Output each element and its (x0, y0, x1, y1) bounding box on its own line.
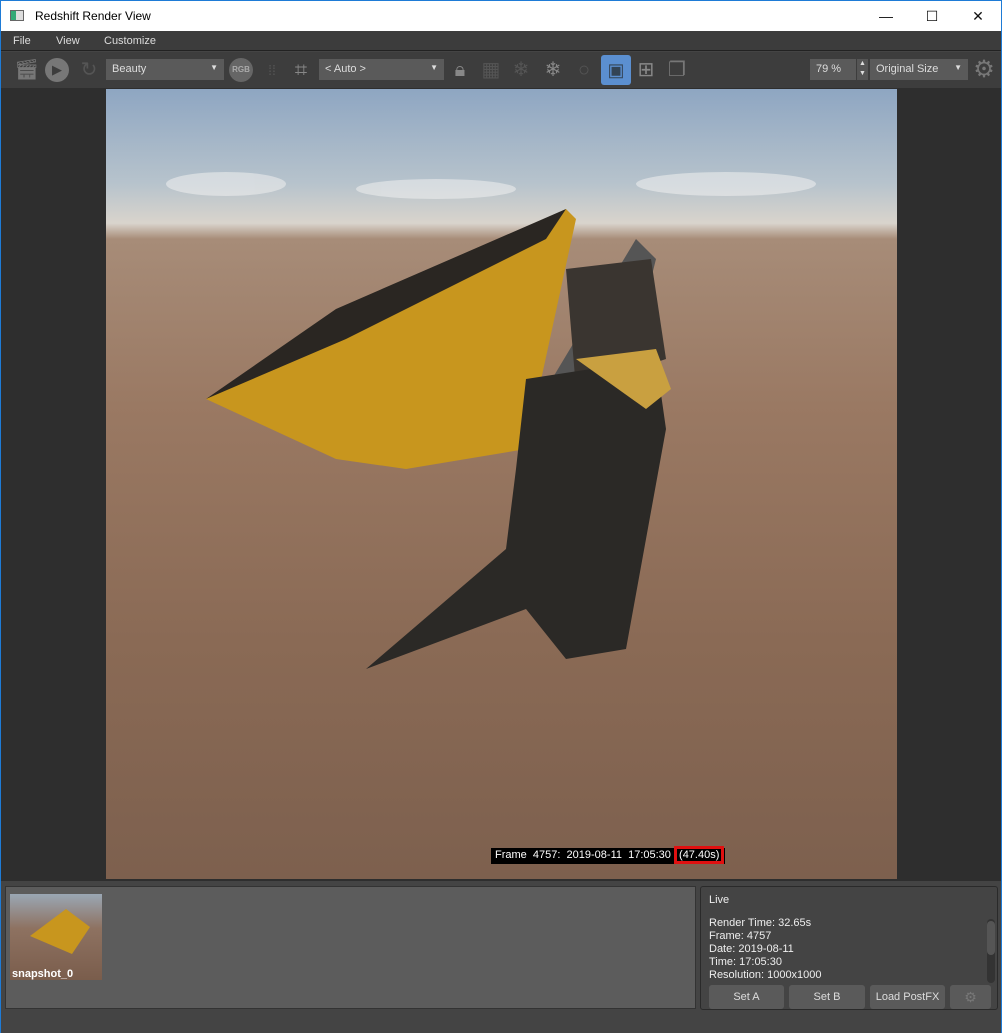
info-resolution: Resolution: 1000x1000 (709, 969, 822, 979)
render-viewport[interactable]: Frame 4757: 2019-08-11 17:05:30 (47.40s) (1, 88, 1001, 881)
minimize-button[interactable]: — (863, 1, 909, 31)
lock-icon[interactable]: 🔒︎ (448, 58, 472, 82)
menu-bar: File View Customize (1, 31, 1001, 51)
play-icon[interactable]: ▶ (45, 58, 69, 82)
aov-value: Beauty (112, 63, 147, 75)
crop-icon[interactable]: ⌗ (289, 58, 313, 82)
status-bar (1, 1011, 1001, 1033)
info-list: Render Time: 32.65s Frame: 4757 Date: 20… (701, 917, 981, 979)
menu-file[interactable]: File (13, 35, 31, 47)
info-panel: Live Render Time: 32.65s Frame: 4757 Dat… (700, 886, 998, 1010)
gear-icon: ⚙ (964, 989, 977, 1005)
info-render-time: Render Time: 32.65s (709, 917, 812, 929)
aov-dropdown[interactable]: Beauty ▼ (106, 59, 224, 80)
maximize-button[interactable]: ☐ (909, 1, 955, 31)
snowflake-icon[interactable]: ❄ (509, 58, 533, 82)
dragon-thumb (30, 909, 90, 954)
chevron-down-icon: ▼ (210, 63, 218, 72)
load-postfx-button[interactable]: Load PostFX (870, 985, 945, 1009)
zoom-field[interactable]: 79 % (810, 59, 856, 80)
copy-icon[interactable]: ❐ (665, 58, 689, 82)
rgb-button[interactable]: RGB (229, 58, 253, 82)
size-mode-dropdown[interactable]: Original Size ▼ (870, 59, 968, 80)
close-button[interactable]: ✕ (955, 1, 1001, 31)
region-value: < Auto > (325, 63, 366, 75)
set-a-button[interactable]: Set A (709, 985, 784, 1009)
info-scrollbar[interactable] (987, 919, 995, 983)
render-image: Frame 4757: 2019-08-11 17:05:30 (47.40s) (106, 89, 897, 879)
caption-frame-info: Frame 4757: 2019-08-11 17:05:30 (495, 849, 678, 861)
grid-dots-icon[interactable]: ⁞⁞ (260, 58, 284, 82)
refresh-icon[interactable]: ↻ (77, 58, 101, 82)
snapshot-strip: snapshot_0 (5, 886, 696, 1009)
info-time: Time: 17:05:30 (709, 956, 782, 968)
dragon-render (166, 172, 816, 669)
circle-icon[interactable]: ○ (572, 58, 596, 82)
zoom-stepper[interactable]: ▲ ▼ (857, 59, 868, 80)
grid-icon[interactable]: ▦ (479, 58, 503, 82)
title-bar: Redshift Render View — ☐ ✕ (1, 1, 1001, 31)
image-icon[interactable]: ▣ (601, 55, 631, 85)
postfx-settings-button[interactable]: ⚙ (950, 985, 991, 1009)
size-mode-value: Original Size (876, 63, 939, 75)
toolbar: 🎬︎ ▶ ↻ Beauty ▼ RGB ⁞⁞ ⌗ < Auto > ▼ 🔒︎ ▦ ❄… (1, 52, 1001, 88)
menu-customize[interactable]: Customize (104, 35, 156, 47)
snapshot-label: snapshot_0 (12, 968, 74, 980)
window-title: Redshift Render View (35, 9, 151, 23)
info-frame: Frame: 4757 (709, 930, 772, 942)
render-caption: Frame 4757: 2019-08-11 17:05:30 (47.40s) (491, 846, 726, 864)
clapperboard-icon[interactable]: 🎬︎ (14, 58, 39, 82)
scrollbar-thumb[interactable] (987, 921, 995, 955)
add-snapshot-icon[interactable]: ⊞ (634, 58, 658, 82)
set-b-button[interactable]: Set B (789, 985, 865, 1009)
caption-render-time: (47.40s) (674, 846, 725, 864)
gear-icon[interactable]: ⚙ (972, 58, 996, 82)
menu-view[interactable]: View (56, 35, 80, 47)
snowflake-a-icon[interactable]: ❄ (541, 58, 565, 82)
info-date: Date: 2019-08-11 (709, 943, 794, 955)
app-icon (10, 10, 24, 21)
snapshot-thumbnail[interactable]: snapshot_0 (10, 894, 102, 980)
chevron-down-icon: ▼ (430, 63, 438, 72)
info-mode: Live (709, 894, 730, 906)
region-dropdown[interactable]: < Auto > ▼ (319, 59, 444, 80)
chevron-down-icon: ▼ (954, 63, 962, 72)
